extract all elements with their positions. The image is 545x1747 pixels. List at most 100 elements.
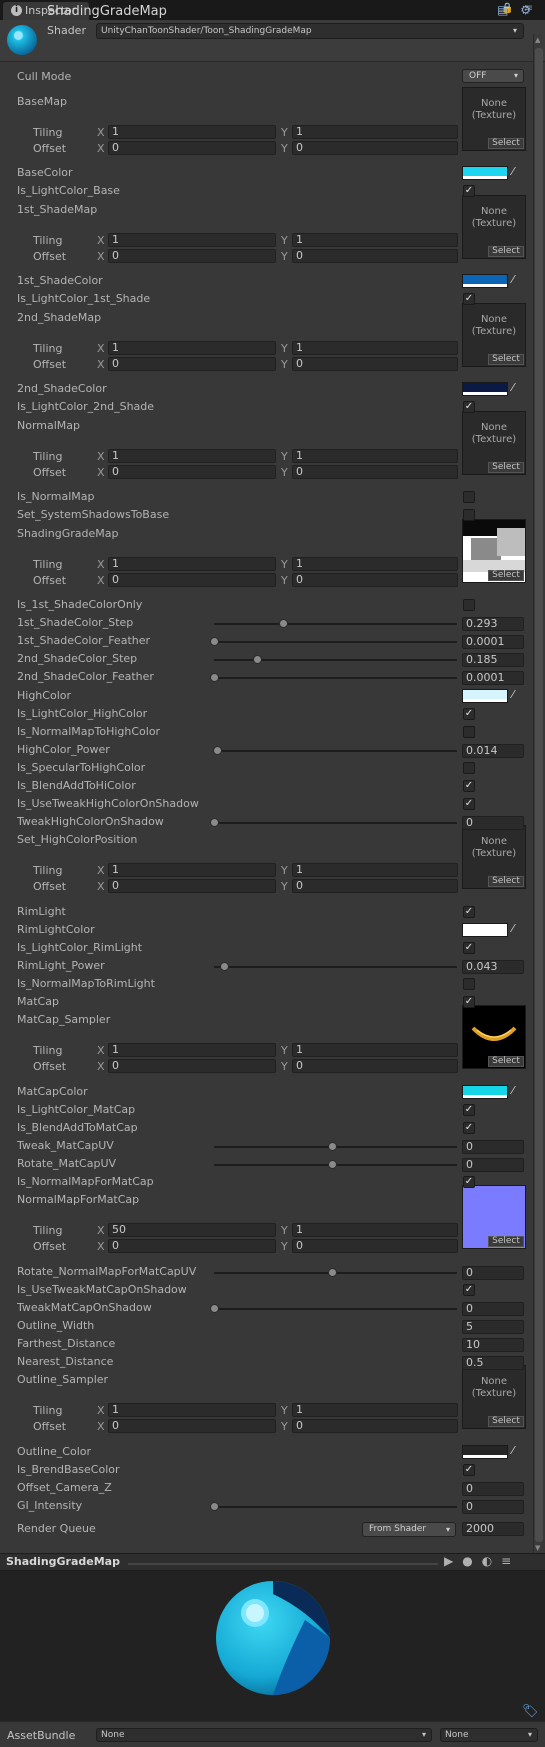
slider-knob[interactable]	[328, 1160, 337, 1169]
preview-controls[interactable]: ▶●◐≡	[444, 1554, 520, 1568]
offset-y-field[interactable]: 0	[292, 249, 458, 263]
preview-drag-handle[interactable]	[128, 1563, 438, 1565]
slider-knob[interactable]	[328, 1142, 337, 1151]
slider-knob[interactable]	[220, 962, 229, 971]
tiling-y-field[interactable]: 1	[292, 1403, 458, 1417]
offset-x-field[interactable]: 0	[108, 357, 276, 371]
slider-track[interactable]	[214, 966, 457, 968]
scrollbar-thumb[interactable]	[535, 48, 543, 1542]
slider-value-field[interactable]: 0	[462, 816, 524, 830]
slider-value-field[interactable]: 0.0001	[462, 635, 524, 649]
slider-knob[interactable]	[210, 818, 219, 827]
toggle-checkbox[interactable]	[463, 726, 475, 738]
slider-value-field[interactable]: 0.0001	[462, 671, 524, 685]
slider-value-field[interactable]: 0	[462, 1266, 524, 1280]
slider-knob[interactable]	[210, 637, 219, 646]
toggle-checkbox[interactable]: ✓	[463, 401, 475, 413]
slider-value-field[interactable]: 0	[462, 1500, 524, 1514]
render-queue-field[interactable]: 2000	[462, 1522, 524, 1536]
offset-x-field[interactable]: 0	[108, 573, 276, 587]
tiling-y-field[interactable]: 1	[292, 341, 458, 355]
slider-track[interactable]	[214, 641, 457, 643]
offset-x-field[interactable]: 0	[108, 879, 276, 893]
eyedropper-icon[interactable]: ⁄	[512, 689, 524, 701]
toggle-checkbox[interactable]: ✓	[463, 996, 475, 1008]
slider-knob[interactable]	[213, 746, 222, 755]
slider-value-field[interactable]: 0	[462, 1302, 524, 1316]
toggle-checkbox[interactable]: ✓	[463, 780, 475, 792]
label-tag-icon[interactable]: 🏷	[522, 1704, 539, 1719]
slider-value-field[interactable]: 0.185	[462, 653, 524, 667]
offset-x-field[interactable]: 0	[108, 249, 276, 263]
float-field[interactable]: 10	[462, 1338, 524, 1352]
color-swatch[interactable]	[462, 166, 508, 180]
shader-dropdown[interactable]: UnityChanToonShader/Toon_ShadingGradeMap…	[96, 23, 524, 39]
slider-knob[interactable]	[210, 673, 219, 682]
tiling-x-field[interactable]: 1	[108, 449, 276, 463]
eyedropper-icon[interactable]: ⁄	[512, 274, 524, 286]
toggle-checkbox[interactable]	[463, 762, 475, 774]
texture-slot[interactable]: None (Texture) Select	[462, 825, 526, 889]
texture-select-button[interactable]: Select	[488, 246, 524, 257]
eyedropper-icon[interactable]: ⁄	[512, 382, 524, 394]
eyedropper-icon[interactable]: ⁄	[512, 1445, 524, 1457]
slider-track[interactable]	[214, 623, 457, 625]
texture-slot[interactable]: Select	[462, 519, 526, 583]
slider-track[interactable]	[214, 750, 457, 752]
offset-x-field[interactable]: 0	[108, 1419, 276, 1433]
cull-mode-dropdown[interactable]: OFF ▾	[462, 69, 524, 83]
toggle-checkbox[interactable]	[463, 491, 475, 503]
offset-y-field[interactable]: 0	[292, 357, 458, 371]
float-field[interactable]: 0.5	[462, 1356, 524, 1370]
texture-select-button[interactable]: Select	[488, 1056, 524, 1067]
texture-select-button[interactable]: Select	[488, 462, 524, 473]
slider-knob[interactable]	[328, 1268, 337, 1277]
slider-knob[interactable]	[279, 619, 288, 628]
offset-y-field[interactable]: 0	[292, 1059, 458, 1073]
tiling-x-field[interactable]: 1	[108, 1043, 276, 1057]
texture-slot[interactable]: None (Texture) Select	[462, 1365, 526, 1429]
offset-y-field[interactable]: 0	[292, 1419, 458, 1433]
float-field[interactable]: 0	[462, 1482, 524, 1496]
tiling-x-field[interactable]: 1	[108, 863, 276, 877]
offset-x-field[interactable]: 0	[108, 1239, 276, 1253]
offset-x-field[interactable]: 0	[108, 1059, 276, 1073]
tiling-y-field[interactable]: 1	[292, 449, 458, 463]
offset-y-field[interactable]: 0	[292, 573, 458, 587]
toggle-checkbox[interactable]: ✓	[463, 708, 475, 720]
slider-track[interactable]	[214, 1308, 457, 1310]
scroll-down-icon[interactable]: ▼	[535, 1544, 540, 1552]
toggle-checkbox[interactable]: ✓	[463, 293, 475, 305]
texture-select-button[interactable]: Select	[488, 138, 524, 149]
eyedropper-icon[interactable]: ⁄	[512, 166, 524, 178]
assetbundle-variant-dropdown[interactable]: None ▾	[440, 1728, 538, 1742]
texture-select-button[interactable]: Select	[488, 876, 524, 887]
inspector-scrollbar[interactable]: ▲ ▼	[533, 34, 543, 1554]
texture-select-button[interactable]: Select	[488, 354, 524, 365]
slider-knob[interactable]	[210, 1304, 219, 1313]
offset-y-field[interactable]: 0	[292, 465, 458, 479]
slider-track[interactable]	[214, 677, 457, 679]
toggle-checkbox[interactable]: ✓	[463, 798, 475, 810]
tiling-x-field[interactable]: 1	[108, 341, 276, 355]
offset-y-field[interactable]: 0	[292, 141, 458, 155]
slider-track[interactable]	[214, 822, 457, 824]
color-swatch[interactable]	[462, 382, 508, 396]
slider-track[interactable]	[214, 1506, 457, 1508]
toggle-checkbox[interactable]	[463, 509, 475, 521]
tiling-x-field[interactable]: 1	[108, 557, 276, 571]
color-swatch[interactable]	[462, 923, 508, 937]
offset-x-field[interactable]: 0	[108, 141, 276, 155]
slider-value-field[interactable]: 0.014	[462, 744, 524, 758]
color-swatch[interactable]	[462, 1085, 508, 1099]
toggle-checkbox[interactable]: ✓	[463, 1122, 475, 1134]
texture-slot[interactable]: None (Texture) Select	[462, 411, 526, 475]
texture-select-button[interactable]: Select	[488, 1416, 524, 1427]
toggle-checkbox[interactable]: ✓	[463, 1284, 475, 1296]
color-swatch[interactable]	[462, 1445, 508, 1459]
header-icons[interactable]: ▤ ⚙	[497, 3, 535, 17]
toggle-checkbox[interactable]	[463, 599, 475, 611]
scroll-up-icon[interactable]: ▲	[535, 36, 540, 44]
slider-value-field[interactable]: 0.293	[462, 617, 524, 631]
toggle-checkbox[interactable]: ✓	[463, 1176, 475, 1188]
